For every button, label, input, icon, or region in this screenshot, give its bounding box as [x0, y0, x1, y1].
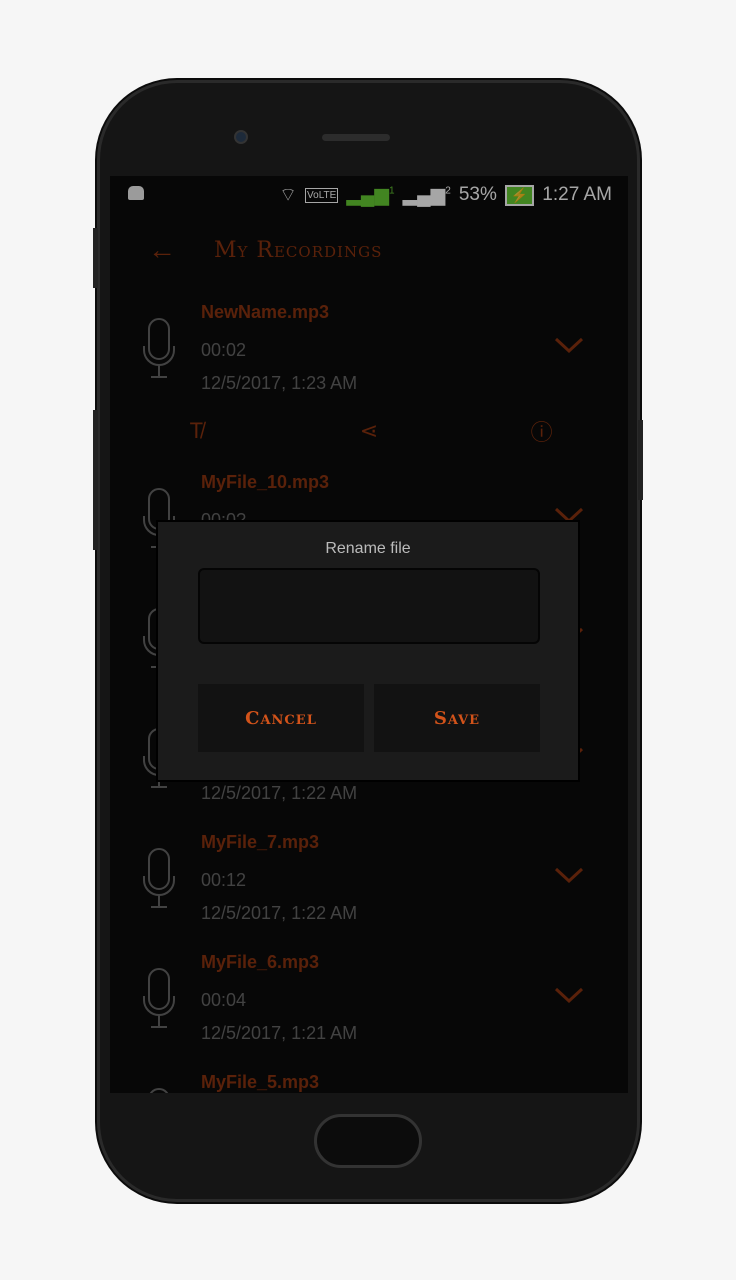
cancel-button[interactable]: Cancel [198, 684, 364, 752]
dialog-title: Rename file [325, 540, 411, 557]
earpiece [322, 134, 390, 141]
rename-dialog: Rename file Cancel Save [156, 520, 580, 782]
power-button [638, 420, 643, 500]
home-button[interactable] [314, 1114, 422, 1168]
rename-input[interactable] [198, 568, 540, 644]
side-button [93, 410, 98, 550]
front-camera [234, 130, 248, 144]
screen: ⌔ VoLTE ▂▄▆1 ▂▄▆2 53% ⚡ 1:27 AM ← My Rec… [110, 176, 628, 1093]
volume-button [93, 228, 98, 288]
save-button[interactable]: Save [374, 684, 540, 752]
